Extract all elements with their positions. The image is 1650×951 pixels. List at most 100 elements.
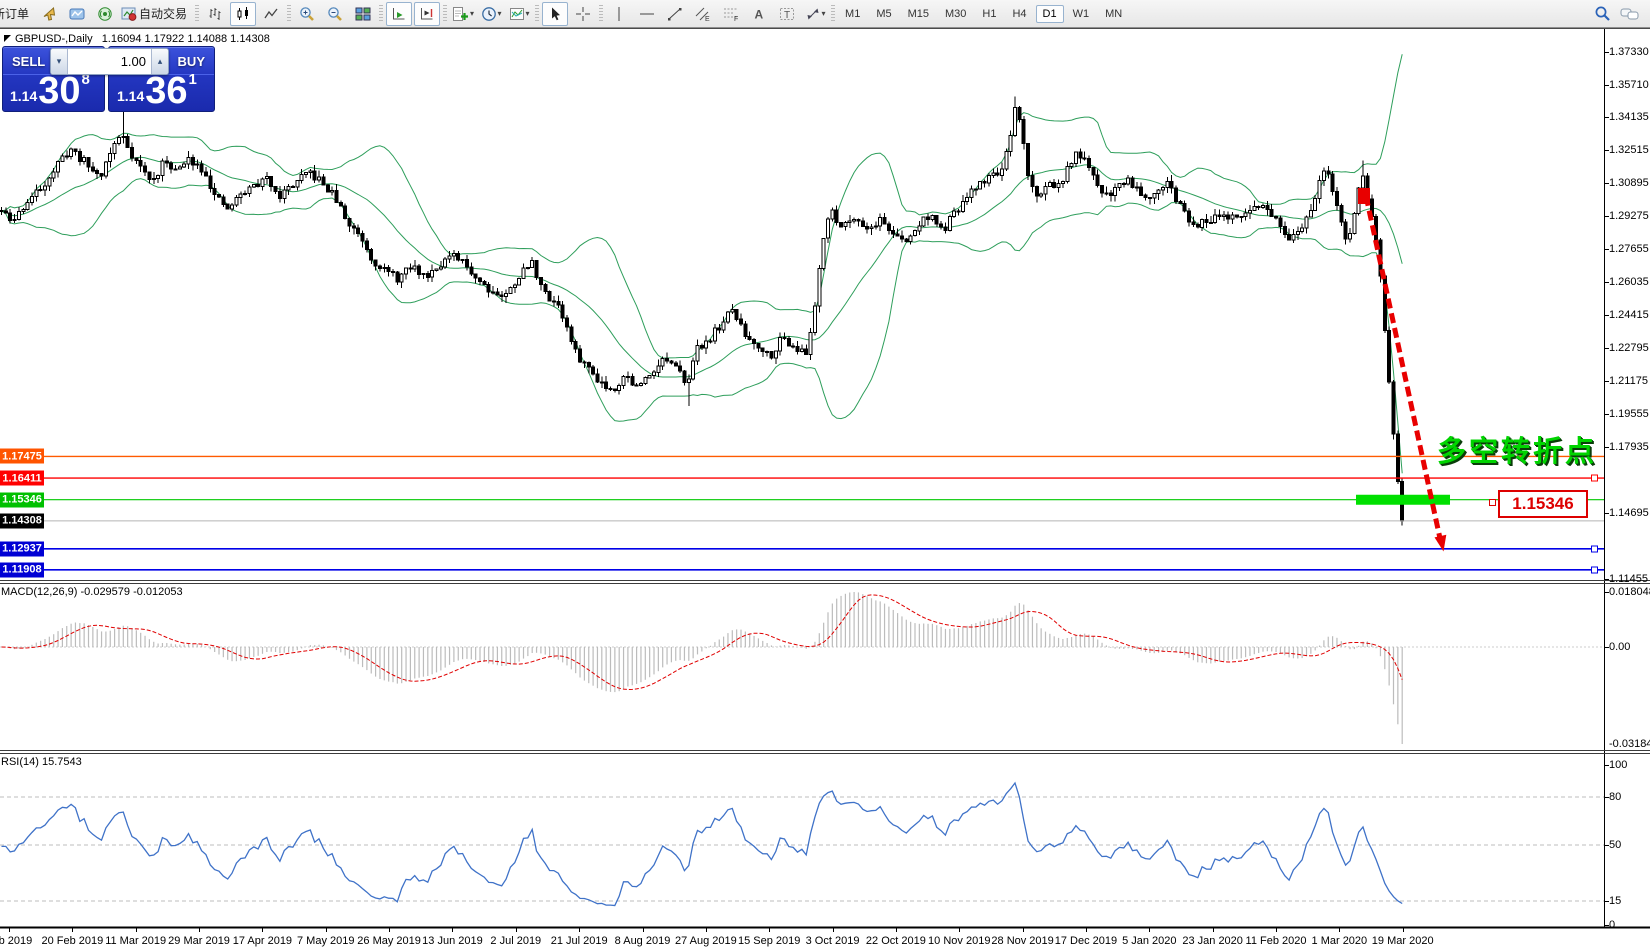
dropdown-icon: ▾ — [498, 9, 502, 18]
price-level-badge: 1.16411 — [0, 471, 44, 486]
autotrade-button[interactable]: 自动交易 — [120, 2, 192, 26]
broadcast-icon[interactable] — [92, 2, 118, 26]
horizontal-line-button[interactable] — [634, 2, 660, 26]
arrows-button[interactable]: ▾ — [802, 2, 828, 26]
level-line-handle[interactable] — [1591, 566, 1598, 573]
macd-histogram — [2, 592, 1403, 744]
buy-button[interactable]: BUY — [178, 54, 205, 69]
timeframe-m30[interactable]: M30 — [938, 5, 973, 23]
toolbar-grip — [599, 5, 603, 23]
cursor-button[interactable] — [542, 2, 568, 26]
timeframe-d1[interactable]: D1 — [1036, 5, 1064, 23]
toolbar-grip — [831, 5, 835, 23]
dropdown-icon: ▾ — [470, 9, 474, 18]
price-level-badge: 1.15346 — [0, 492, 44, 507]
buy-price-sup: 1 — [189, 71, 197, 88]
chart-canvas[interactable] — [0, 0, 1650, 951]
price-tick-label: 1.11455 — [1609, 573, 1648, 585]
turning-point-annotation[interactable]: 多空转折点 — [1437, 428, 1597, 470]
price-tick-label: 1.29275 — [1609, 210, 1649, 222]
autotrade-label: 自动交易 — [139, 5, 187, 22]
price-tick-label: 1.34135 — [1609, 111, 1649, 123]
toolbar: 新订单 自动交易 — [0, 0, 1650, 28]
crosshair-button[interactable] — [570, 2, 596, 26]
timeframe-m15[interactable]: M15 — [901, 5, 936, 23]
svg-text:T: T — [784, 10, 790, 21]
gold-arrow-icon[interactable] — [36, 2, 62, 26]
price-tick-label: 1.17935 — [1609, 441, 1649, 453]
buy-price-small: 1.14 — [117, 88, 144, 104]
timeframe-mn[interactable]: MN — [1098, 5, 1129, 23]
buy-price: 1.14 36 1 — [117, 71, 197, 108]
volume-value[interactable]: 1.00 — [68, 49, 151, 74]
price-level-badge: 1.12937 — [0, 541, 44, 556]
chart-shift-button[interactable] — [414, 2, 440, 26]
dropdown-icon: ▾ — [526, 9, 530, 18]
tile-windows-button[interactable] — [350, 2, 376, 26]
price-annotation-box[interactable]: 1.15346 — [1498, 490, 1588, 518]
timeframe-w1[interactable]: W1 — [1066, 5, 1097, 23]
line-chart-button[interactable] — [258, 2, 284, 26]
price-tick-label: 1.21175 — [1609, 375, 1648, 387]
dropdown-icon: ▾ — [822, 9, 826, 18]
price-tick-label: 1.30895 — [1609, 177, 1649, 189]
mt4-window: 新订单 自动交易 — [0, 0, 1650, 951]
candlestick-chart-button[interactable] — [230, 2, 256, 26]
price-tick-label: 1.37330 — [1609, 46, 1649, 58]
price-tick-label: 1.27655 — [1609, 243, 1649, 255]
price-annotation-handle[interactable] — [1489, 499, 1496, 506]
macd-signal-line — [2, 595, 1403, 690]
chat-button[interactable] — [1617, 2, 1643, 26]
price-level-badge: 1.17475 — [0, 449, 44, 464]
rsi-tick-label: 0 — [1609, 919, 1615, 931]
timeframe-m5[interactable]: M5 — [869, 5, 898, 23]
templates-button[interactable]: ▾ — [506, 2, 532, 26]
svg-text:A: A — [755, 7, 764, 21]
level-line-handle[interactable] — [1591, 475, 1598, 482]
zoom-out-button[interactable] — [322, 2, 348, 26]
bar-chart-button[interactable] — [202, 2, 228, 26]
timeframe-h4[interactable]: H4 — [1005, 5, 1033, 23]
chart-symbol-period: GBPUSD-,Daily — [15, 33, 93, 45]
volume-stepper: ▾ 1.00 ▴ — [50, 48, 169, 75]
rsi-name: RSI(14) — [1, 756, 39, 768]
rsi-tick-label: 50 — [1609, 839, 1621, 851]
new-order-label: 新订单 — [0, 5, 29, 22]
level-line-handle[interactable] — [1591, 545, 1598, 552]
autoscroll-button[interactable] — [386, 2, 412, 26]
rsi-tick-label: 15 — [1609, 895, 1621, 907]
sell-button[interactable]: SELL — [12, 54, 45, 69]
fibonacci-button[interactable]: F — [718, 2, 744, 26]
text-label-button[interactable]: T — [774, 2, 800, 26]
timeframe-h1[interactable]: H1 — [975, 5, 1003, 23]
one-click-trading-panel: SELL 1.14 30 8 BUY 1.14 36 1 ▾ 1.00 ▴ — [2, 46, 213, 110]
channel-button[interactable]: E — [690, 2, 716, 26]
text-button[interactable]: A — [746, 2, 772, 26]
periods-button[interactable]: ▾ — [478, 2, 504, 26]
volume-decrease-button[interactable]: ▾ — [51, 49, 68, 74]
sell-price-small: 1.14 — [10, 88, 37, 104]
trendline-button[interactable] — [662, 2, 688, 26]
sell-price: 1.14 30 8 — [10, 71, 90, 108]
price-tick-label: 1.22795 — [1609, 342, 1649, 354]
new-order-button[interactable]: 新订单 — [1, 2, 34, 26]
price-tick-label: 1.26035 — [1609, 276, 1649, 288]
macd-tick-label: 0.018048 — [1609, 586, 1650, 598]
zoom-in-button[interactable] — [294, 2, 320, 26]
rsi-tick-label: 80 — [1609, 791, 1621, 803]
chart-ohlc: 1.16094 1.17922 1.14088 1.14308 — [102, 33, 270, 45]
bollinger-bands — [2, 54, 1403, 473]
timeframe-m1[interactable]: M1 — [838, 5, 867, 23]
rsi-value: 15.7543 — [42, 756, 82, 768]
charts-window-icon[interactable] — [64, 2, 90, 26]
volume-increase-button[interactable]: ▴ — [151, 49, 168, 74]
svg-text:F: F — [734, 16, 738, 22]
search-button[interactable] — [1589, 2, 1615, 26]
buy-price-big: 36 — [145, 74, 187, 108]
sell-price-big: 30 — [38, 74, 80, 108]
chart-marker-icon — [4, 35, 11, 42]
vertical-line-button[interactable] — [606, 2, 632, 26]
timeframe-group: M1M5M15M30H1H4D1W1MN — [837, 5, 1130, 23]
indicators-button[interactable]: ▾ — [450, 2, 476, 26]
macd-value-main: -0.029579 — [80, 586, 130, 598]
